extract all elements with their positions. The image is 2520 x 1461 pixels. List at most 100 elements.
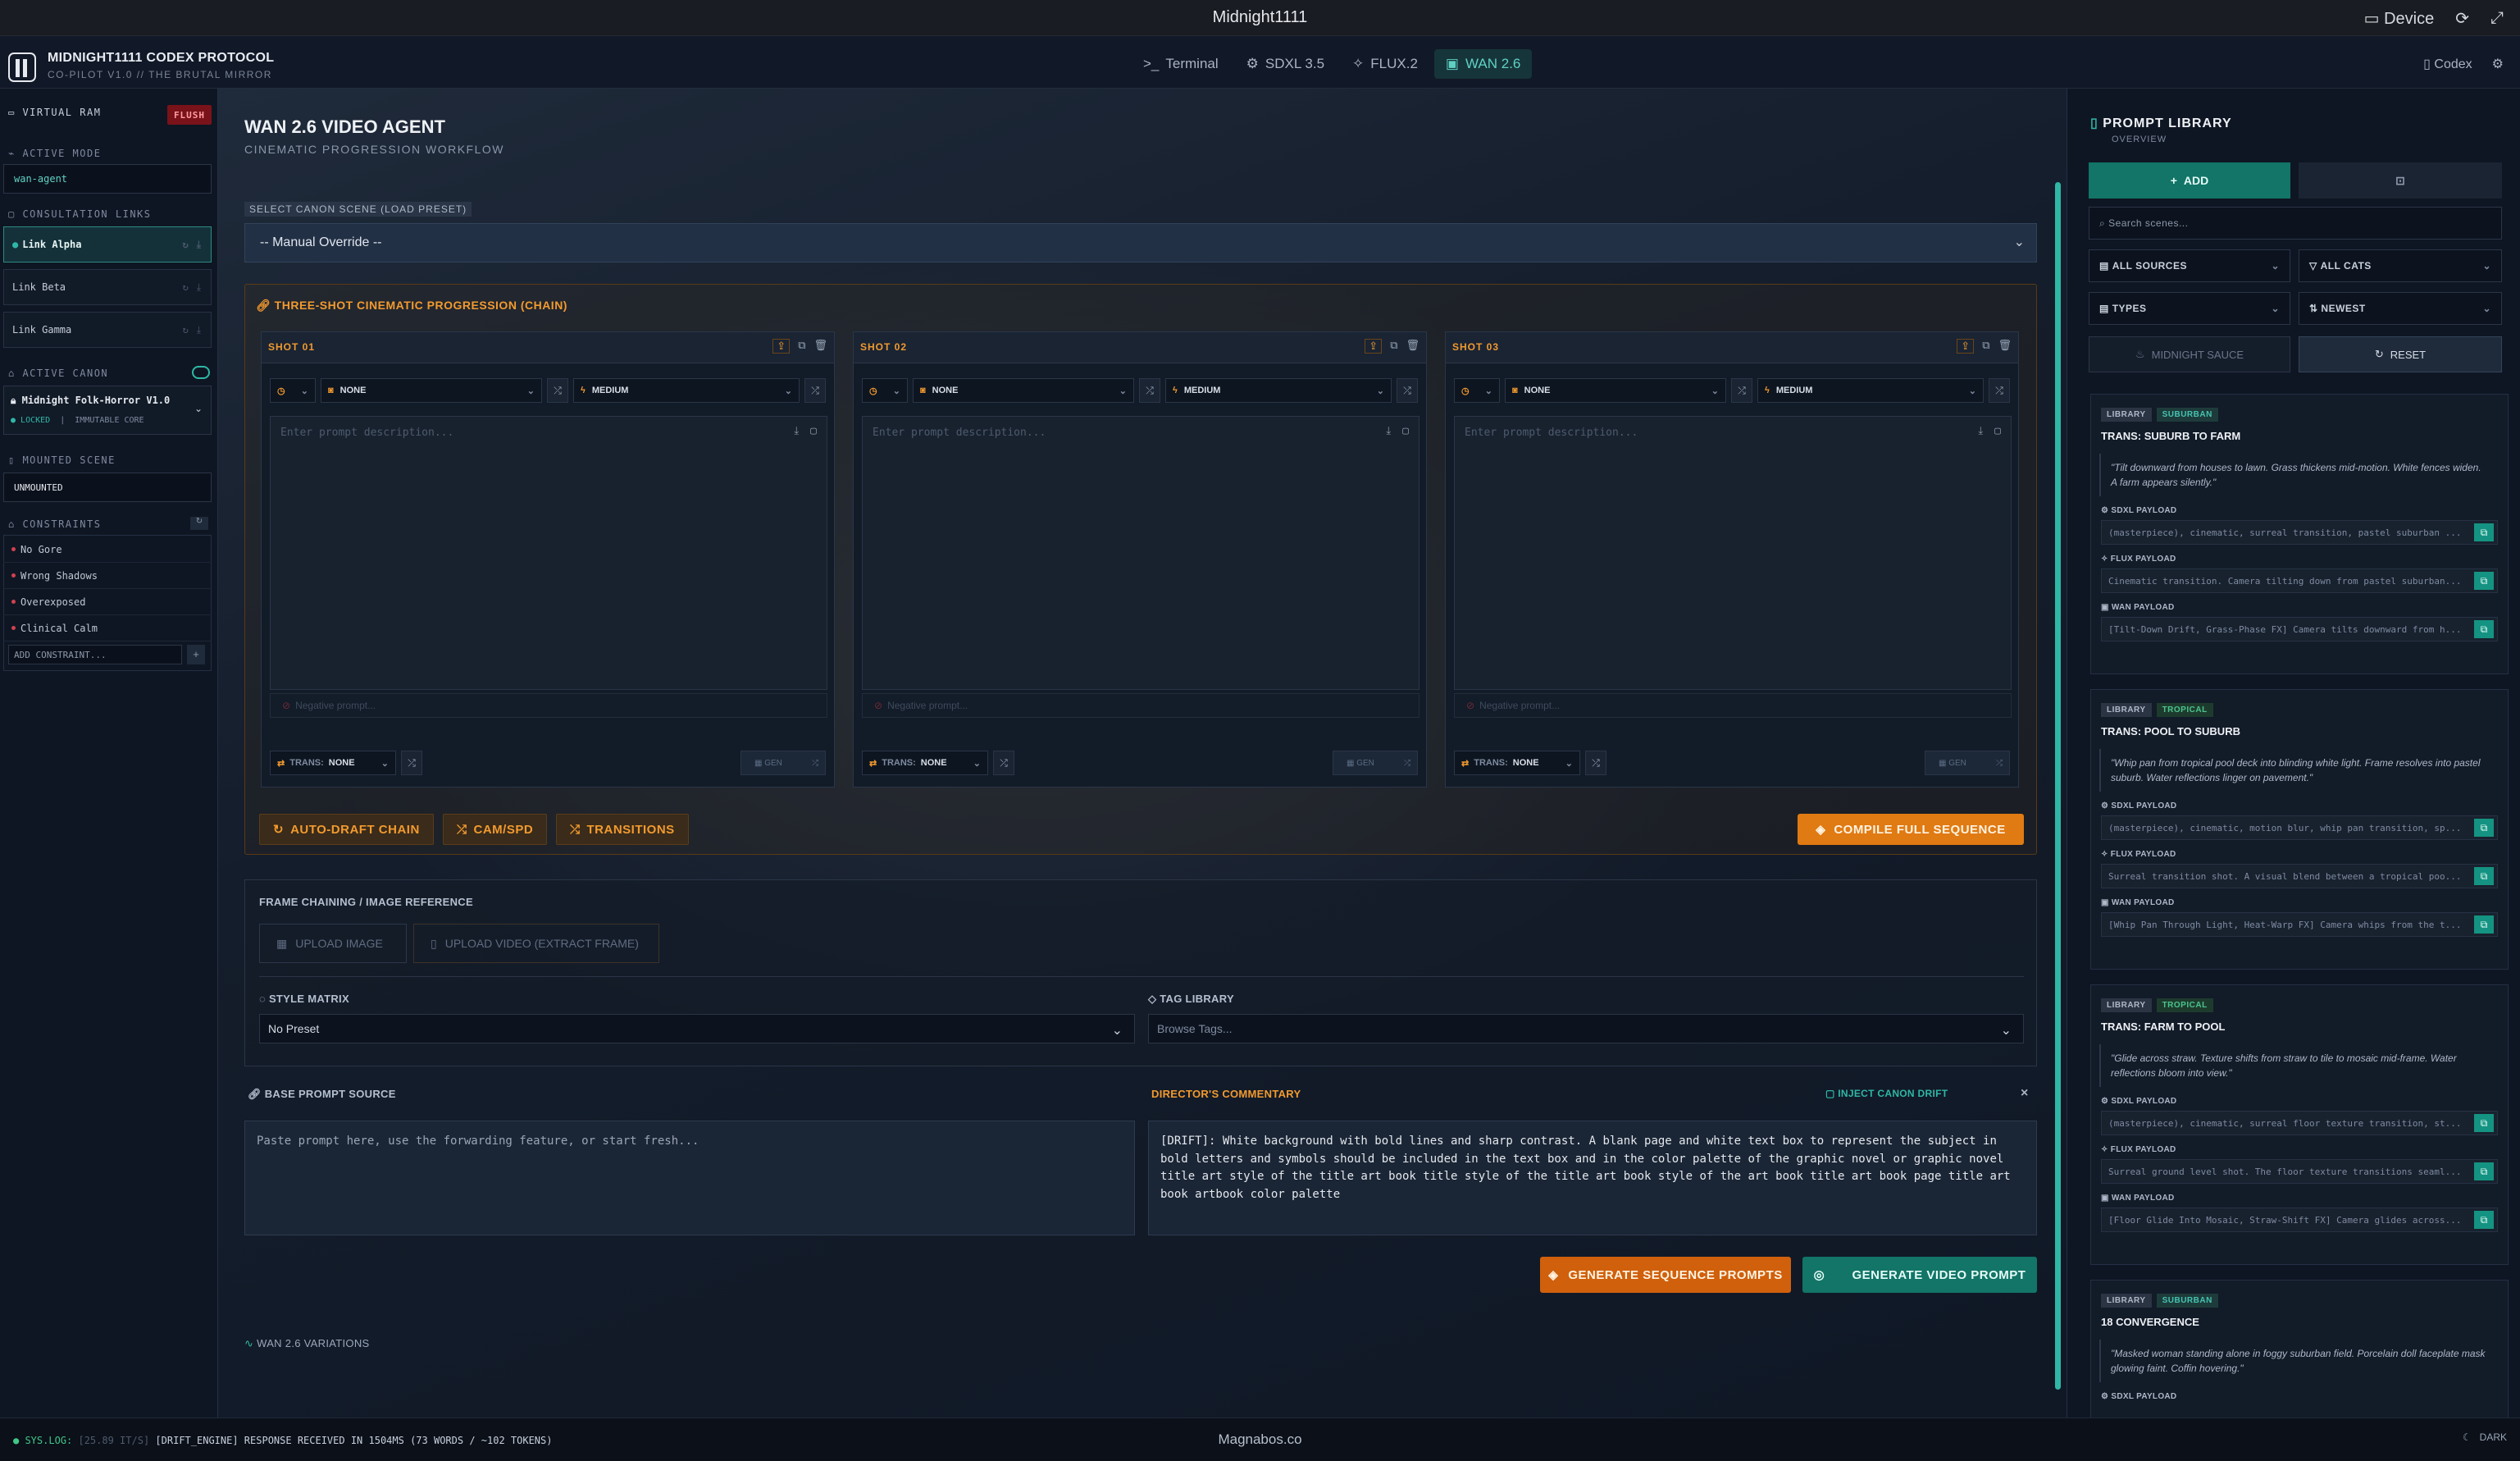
copy-icon[interactable]: ⧉ [798, 339, 805, 354]
gen-button[interactable]: ▦ GEN ⤮ [1333, 751, 1418, 775]
categories-select[interactable]: ▽ ALL CATS ⌄ [2299, 249, 2502, 282]
canon-scene-select[interactable]: -- Manual Override -- ⌄ [244, 223, 2037, 263]
sort-select[interactable]: ⇅ NEWEST ⌄ [2299, 292, 2502, 325]
download-icon[interactable]: ⤓ [1978, 425, 1983, 437]
tab-sdxl[interactable]: ⚙ SDXL 3.5 [1235, 49, 1336, 79]
compile-sequence-button[interactable]: ◈ COMPILE FULL SEQUENCE [1798, 814, 2024, 845]
expand-icon[interactable]: ▢ [1994, 425, 2001, 437]
upload-icon[interactable]: ⇪ [1365, 339, 1383, 354]
trash-icon[interactable]: 🗑︎ [1406, 339, 1419, 354]
sources-select[interactable]: ▤ ALL SOURCES ⌄ [2089, 249, 2290, 282]
active-canon-select[interactable]: 🔒︎ Midnight Folk-Horror V1.0 ● LOCKED | … [3, 386, 212, 435]
library-card[interactable]: LIBRARY TROPICAL TRANS: FARM TO POOL "Gli… [2090, 984, 2509, 1265]
shot-size-select[interactable]: ϟ MEDIUM ⌄ [1757, 378, 1984, 403]
shuffle-icon[interactable]: ⤮ [1397, 378, 1418, 403]
tab-flux[interactable]: ✧ FLUX.2 [1341, 49, 1429, 79]
cam-spd-button[interactable]: ⤮ CAM/SPD [443, 814, 548, 845]
midnight-sauce-button[interactable]: ♨ MIDNIGHT SAUCE [2089, 336, 2290, 372]
director-commentary-textarea[interactable]: [DRIFT]: White background with bold line… [1148, 1121, 2037, 1235]
refresh-icon[interactable]: ↻ [182, 239, 188, 251]
copy-icon[interactable]: ⧉ [2474, 1211, 2494, 1229]
negative-prompt-input[interactable]: Negative prompt... [862, 693, 1419, 718]
fullscreen-icon[interactable]: ⤢ [2490, 9, 2504, 28]
copy-icon[interactable]: ⧉ [2474, 572, 2494, 590]
prompt-textarea[interactable]: Enter prompt description... ⤓ ▢ [270, 416, 827, 690]
upload-image-button[interactable]: ▦ UPLOAD IMAGE [259, 924, 407, 963]
shuffle-icon[interactable]: ⤮ [1139, 378, 1160, 403]
refresh-icon[interactable]: ⟳ [2455, 8, 2469, 29]
shuffle-icon[interactable]: ⤮ [804, 378, 826, 403]
add-constraint-input[interactable]: ADD CONSTRAINT... [8, 645, 182, 664]
add-constraint-button[interactable]: + [187, 645, 205, 664]
tab-terminal[interactable]: >_ Terminal [1132, 49, 1230, 79]
copy-icon[interactable]: ⧉ [2474, 867, 2494, 885]
link-gamma[interactable]: Link Gamma ↻ ⤓ [3, 312, 212, 348]
auto-draft-button[interactable]: ↻ AUTO-DRAFT CHAIN [259, 814, 434, 845]
shot-type-select[interactable]: ◙ NONE ⌄ [1505, 378, 1726, 403]
upload-icon[interactable]: ⇪ [772, 339, 791, 354]
refresh-icon[interactable]: ↻ [182, 324, 188, 336]
copy-icon[interactable]: ⧉ [2474, 620, 2494, 638]
upload-icon[interactable]: ⇪ [1957, 339, 1975, 354]
constraint-item[interactable]: Clinical Calm [3, 615, 212, 641]
negative-prompt-input[interactable]: Negative prompt... [270, 693, 827, 718]
expand-icon[interactable]: ▢ [1402, 425, 1409, 437]
shuffle-icon[interactable]: ⤮ [1731, 378, 1752, 403]
shot-size-select[interactable]: ϟ MEDIUM ⌄ [1165, 378, 1392, 403]
gen-button[interactable]: ▦ GEN ⤮ [741, 751, 826, 775]
constraint-item[interactable]: No Gore [3, 536, 212, 563]
camera-speed-select[interactable]: ◷ ⌄ [270, 378, 316, 403]
link-beta[interactable]: Link Beta ↻ ⤓ [3, 269, 212, 305]
import-button[interactable]: ⊡ [2299, 162, 2502, 199]
refresh-icon[interactable]: ↻ [182, 281, 188, 294]
base-prompt-textarea[interactable]: Paste prompt here, use the forwarding fe… [244, 1121, 1135, 1235]
reset-button[interactable]: ↻ RESET [2299, 336, 2502, 372]
copy-icon[interactable]: ⧉ [2474, 523, 2494, 541]
codex-button[interactable]: ▯ Codex [2423, 56, 2472, 72]
library-search-input[interactable]: ⌕ Search scenes... [2089, 207, 2502, 240]
link-alpha[interactable]: ● Link Alpha ↻ ⤓ [3, 226, 212, 263]
prompt-textarea[interactable]: Enter prompt description... ⤓ ▢ [862, 416, 1419, 690]
inject-canon-drift-toggle[interactable]: ▢ INJECT CANON DRIFT [1825, 1088, 1948, 1099]
shuffle-icon[interactable]: ⤮ [401, 751, 422, 775]
shot-type-select[interactable]: ◙ NONE ⌄ [321, 378, 542, 403]
tag-library-select[interactable]: Browse Tags... ⌄ [1148, 1014, 2024, 1043]
transition-select[interactable]: ⇄ TRANS: NONE ⌄ [1454, 751, 1580, 775]
download-icon[interactable]: ⤓ [197, 239, 201, 251]
copy-icon[interactable]: ⧉ [1390, 339, 1397, 354]
reset-constraints-icon[interactable]: ↻ [190, 517, 208, 530]
transition-select[interactable]: ⇄ TRANS: NONE ⌄ [270, 751, 396, 775]
canon-toggle[interactable] [192, 366, 210, 379]
shuffle-icon[interactable]: ⤮ [547, 378, 568, 403]
generate-video-button[interactable]: ◎ GENERATE VIDEO PROMPT [1802, 1257, 2037, 1293]
download-icon[interactable]: ⤓ [1386, 425, 1391, 437]
style-matrix-select[interactable]: No Preset ⌄ [259, 1014, 1135, 1043]
close-icon[interactable]: × [2021, 1086, 2029, 1101]
flush-button[interactable]: FLUSH [167, 105, 212, 125]
prompt-textarea[interactable]: Enter prompt description... ⤓ ▢ [1454, 416, 2012, 690]
negative-prompt-input[interactable]: Negative prompt... [1454, 693, 2012, 718]
main-scrollbar[interactable] [2055, 182, 2061, 1390]
copy-icon[interactable]: ⧉ [2474, 1162, 2494, 1180]
upload-video-button[interactable]: ▯ UPLOAD VIDEO (EXTRACT FRAME) [413, 924, 659, 963]
shuffle-icon[interactable]: ⤮ [1989, 378, 2010, 403]
copy-icon[interactable]: ⧉ [2474, 819, 2494, 837]
download-icon[interactable]: ⤓ [794, 425, 799, 437]
transition-select[interactable]: ⇄ TRANS: NONE ⌄ [862, 751, 988, 775]
types-select[interactable]: ▤ TYPES ⌄ [2089, 292, 2290, 325]
library-card[interactable]: LIBRARY TROPICAL TRANS: POOL TO SUBURB "W… [2090, 689, 2509, 970]
camera-speed-select[interactable]: ◷ ⌄ [1454, 378, 1500, 403]
camera-speed-select[interactable]: ◷ ⌄ [862, 378, 908, 403]
expand-icon[interactable]: ▢ [810, 425, 817, 437]
transitions-button[interactable]: ⤮ TRANSITIONS [556, 814, 689, 845]
trash-icon[interactable]: 🗑︎ [813, 339, 827, 354]
library-card[interactable]: LIBRARY SUBURBAN 18 CONVERGENCE "Masked w… [2090, 1280, 2509, 1418]
download-icon[interactable]: ⤓ [197, 281, 201, 294]
shuffle-icon[interactable]: ⤮ [1585, 751, 1606, 775]
add-prompt-button[interactable]: + ADD [2089, 162, 2290, 199]
copy-icon[interactable]: ⧉ [2474, 1114, 2494, 1132]
library-card[interactable]: LIBRARY SUBURBAN TRANS: SUBURB TO FARM "T… [2090, 394, 2509, 674]
shot-type-select[interactable]: ◙ NONE ⌄ [913, 378, 1134, 403]
constraint-item[interactable]: Wrong Shadows [3, 563, 212, 589]
generate-sequence-button[interactable]: ◈ GENERATE SEQUENCE PROMPTS [1540, 1257, 1791, 1293]
